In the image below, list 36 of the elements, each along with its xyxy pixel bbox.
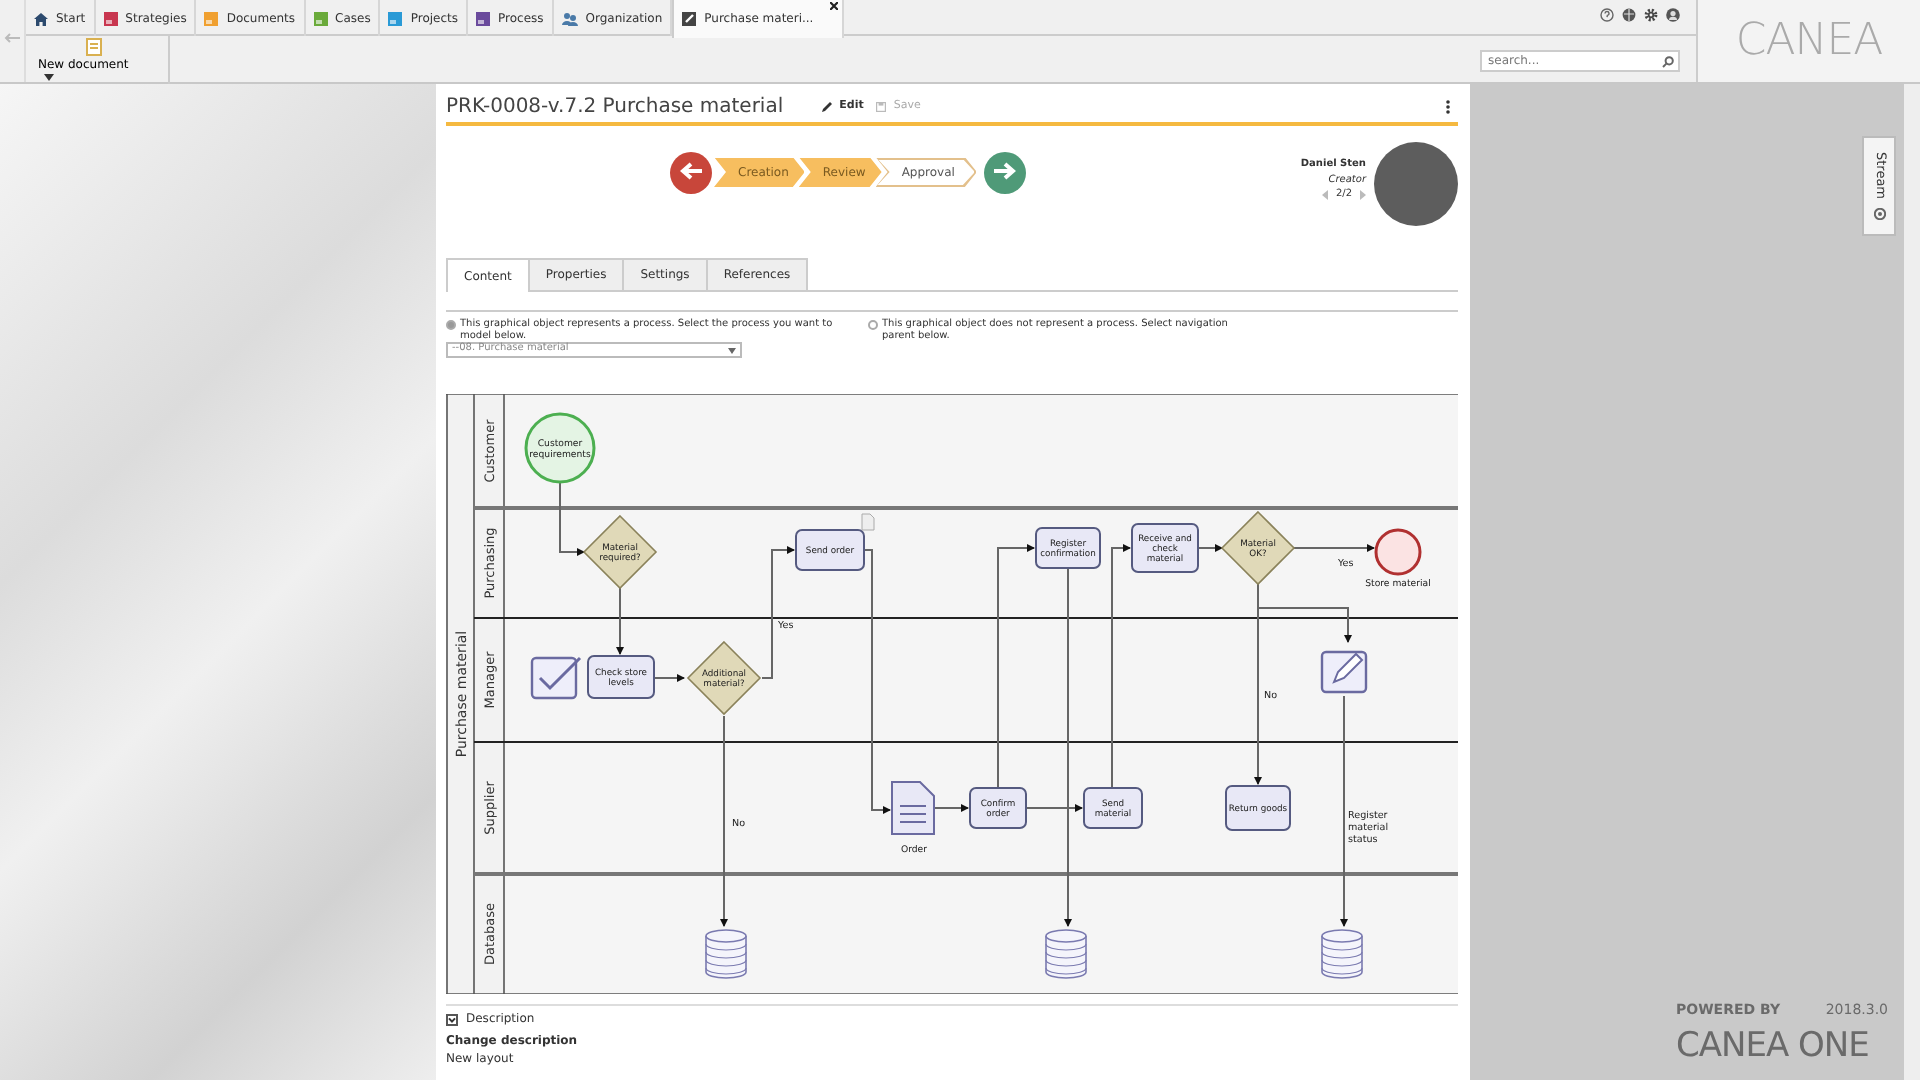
right-arrow-icon (994, 162, 1017, 181)
pencil-icon (821, 102, 832, 112)
user-icon[interactable] (1666, 8, 1680, 22)
note-icon (861, 513, 875, 531)
connector-arrow (559, 481, 585, 556)
database-icon (1045, 929, 1087, 979)
collapse-icon[interactable] (446, 1013, 458, 1025)
document-title: PRK-0008-v.7.2 Purchase material (446, 94, 784, 122)
checkbox-icon (530, 656, 582, 700)
stream-icon (1873, 207, 1885, 220)
help-icon[interactable] (1600, 8, 1614, 22)
connector-arrow (653, 674, 685, 682)
database-icon (1321, 929, 1363, 979)
previous-step-button[interactable] (670, 151, 712, 193)
connector-arrow (761, 546, 795, 679)
connector-arrow (616, 585, 624, 655)
logo-text: CANEA (1735, 14, 1883, 70)
radio-button[interactable] (446, 320, 456, 330)
edit-icon (1320, 650, 1368, 694)
avatar-circle (1374, 142, 1458, 226)
connector-arrow (1291, 544, 1375, 552)
floppy-icon (875, 102, 886, 112)
left-arrow-icon (680, 162, 702, 181)
database-icon (705, 929, 747, 979)
new-document-icon (86, 38, 102, 56)
scrollbar[interactable] (1904, 84, 1920, 1080)
product-logo-text: CANEA ONE (1676, 1023, 1871, 1069)
connector-arrow (1197, 544, 1223, 552)
globe-icon[interactable] (1622, 8, 1636, 22)
search-icon[interactable] (1662, 55, 1674, 67)
connector-arrow (933, 804, 969, 812)
close-icon[interactable] (829, 2, 838, 10)
settings-icon[interactable] (1644, 8, 1658, 22)
radio-button[interactable] (868, 320, 878, 330)
dropdown-caret-icon (728, 347, 736, 353)
next-step-button[interactable] (984, 151, 1027, 193)
